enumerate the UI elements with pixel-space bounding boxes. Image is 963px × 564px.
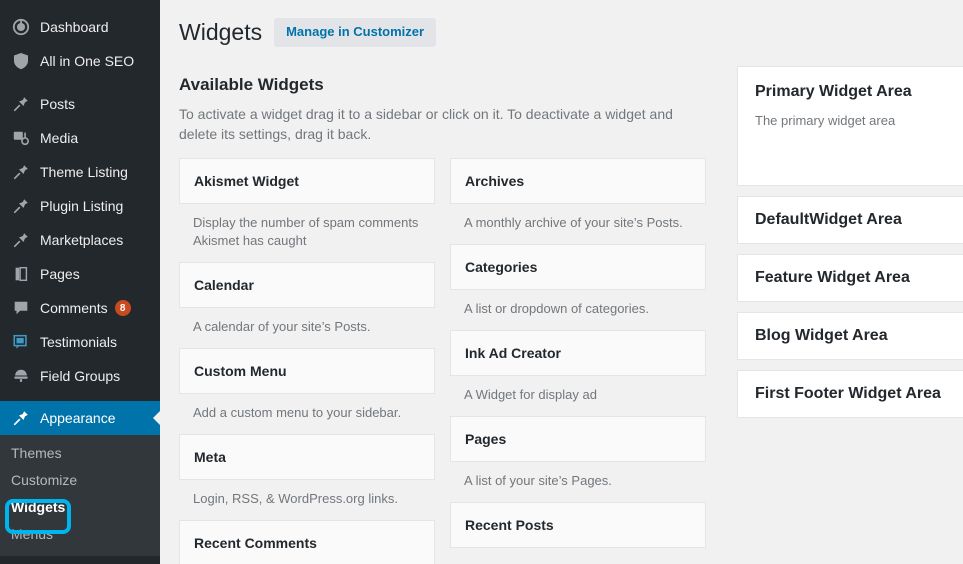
widget-title: Categories [465,259,538,275]
widget-column-left: Akismet Widget Display the number of spa… [179,158,435,564]
sidebar-item-label: Posts [40,96,76,112]
appearance-submenu: Themes Customize Widgets Menus [0,435,160,556]
sidebar-item-appearance[interactable]: Appearance [0,401,160,435]
submenu-item-customize[interactable]: Customize [0,467,160,494]
widget-title: Archives [465,173,525,189]
pin-icon [11,162,31,182]
pin-icon [11,94,31,114]
widget-description: Display the number of spam comments Akis… [193,215,419,248]
widget-area-title: Blog Widget Area [755,327,888,344]
widget-card-categories[interactable]: Categories [450,244,706,290]
sidebar-item-label: All in One SEO [40,53,135,69]
sidebar-item-testimonials[interactable]: Testimonials [0,325,160,359]
widget-area-defaultwidget-area[interactable]: DefaultWidget Area [737,196,963,244]
available-widgets-description: To activate a widget drag it to a sideba… [179,106,673,142]
sidebar-item-label: Marketplaces [40,232,124,248]
pages-icon [11,264,31,284]
submenu-item-widgets[interactable]: Widgets [0,494,160,521]
available-widgets-title: Available Widgets [179,75,324,94]
widget-area-title: Primary Widget Area [755,83,912,100]
sidebar-item-label: Testimonials [40,334,118,350]
testimonial-icon [11,332,31,352]
sidebar-item-marketplaces[interactable]: Marketplaces [0,223,160,257]
widget-area-blog-widget-area[interactable]: Blog Widget Area [737,312,963,360]
widget-card-akismet-widget[interactable]: Akismet Widget [179,158,435,204]
widget-column-right: Archives A monthly archive of your site’… [450,158,706,564]
widget-description: Login, RSS, & WordPress.org links. [193,491,398,506]
sidebar-item-label: Field Groups [40,368,121,384]
widget-title: Ink Ad Creator [465,345,561,361]
widget-area-description: The primary widget area [755,113,896,128]
widget-description: A list of your site’s Pages. [464,473,612,488]
widget-title: Calendar [194,277,254,293]
widget-title: Recent Posts [465,517,554,533]
widget-card-recent-comments[interactable]: Recent Comments [179,520,435,564]
sidebar-item-pages[interactable]: Pages [0,257,160,291]
page-title: Widgets [179,18,263,45]
sidebar-item-field-groups[interactable]: Field Groups [0,359,160,393]
sidebar-item-posts[interactable]: Posts [0,87,160,121]
widget-area-title: DefaultWidget Area [755,211,902,228]
sidebar-item-media[interactable]: Media [0,121,160,155]
sidebar-item-label: Pages [40,266,80,282]
widget-area-feature-widget-area[interactable]: Feature Widget Area [737,254,963,302]
available-widgets-panel: Available Widgets To activate a widget d… [179,52,719,564]
main-content: Widgets Manage in Customizer Available W… [160,0,963,564]
dashboard-icon [11,17,31,37]
current-menu-arrow [153,410,160,426]
widget-grid: Akismet Widget Display the number of spa… [179,158,719,564]
widget-description: A monthly archive of your site’s Posts. [464,215,683,230]
appearance-brush-icon [11,408,31,428]
widget-area-first-footer-widget-area[interactable]: First Footer Widget Area [737,370,963,418]
widgets-columns: Available Widgets To activate a widget d… [160,52,963,564]
widget-card-recent-posts[interactable]: Recent Posts [450,502,706,548]
widget-description: A calendar of your site’s Posts. [193,319,371,334]
pin-icon [11,230,31,250]
widget-description: A list or dropdown of categories. [464,301,649,316]
widget-title: Recent Comments [194,535,317,551]
widget-title: Custom Menu [194,363,287,379]
sidebar-item-label: Comments [40,300,108,316]
comments-count-badge: 8 [114,300,131,316]
manage-in-customizer-button[interactable]: Manage in Customizer [274,17,437,47]
admin-sidebar: Dashboard All in One SEO Posts Media The [0,0,160,564]
widget-card-calendar[interactable]: Calendar [179,262,435,308]
submenu-item-menus[interactable]: Menus [0,521,160,548]
page-header: Widgets Manage in Customizer [160,0,963,52]
widget-areas-panel: Primary Widget Area The primary widget a… [737,52,963,564]
shield-icon [11,51,31,71]
widget-title: Akismet Widget [194,173,299,189]
sidebar-item-plugin-listing[interactable]: Plugin Listing [0,189,160,223]
sidebar-item-all-in-one-seo[interactable]: All in One SEO [0,44,160,78]
field-groups-icon [11,366,31,386]
comment-icon [11,298,31,318]
widget-card-ink-ad-creator[interactable]: Ink Ad Creator [450,330,706,376]
sidebar-item-dashboard[interactable]: Dashboard [0,10,160,44]
submenu-item-themes[interactable]: Themes [0,440,160,467]
widget-card-meta[interactable]: Meta [179,434,435,480]
sidebar-item-label: Plugin Listing [40,198,124,214]
widget-title: Meta [194,449,226,465]
pin-icon [11,196,31,216]
widget-card-custom-menu[interactable]: Custom Menu [179,348,435,394]
sidebar-item-label: Theme Listing [40,164,128,180]
widget-description: A Widget for display ad [464,387,597,402]
sidebar-item-label: Media [40,130,79,146]
widget-area-primary-widget-area[interactable]: Primary Widget Area The primary widget a… [737,66,963,186]
sidebar-item-theme-listing[interactable]: Theme Listing [0,155,160,189]
widget-area-title: First Footer Widget Area [755,385,941,402]
widget-description: Add a custom menu to your sidebar. [193,405,402,420]
sidebar-item-label: Dashboard [40,19,109,35]
widget-card-pages[interactable]: Pages [450,416,706,462]
sidebar-item-label: Appearance [40,410,116,426]
widget-title: Pages [465,431,507,447]
admin-screen: Dashboard All in One SEO Posts Media The [0,0,963,564]
widget-card-archives[interactable]: Archives [450,158,706,204]
sidebar-item-comments[interactable]: Comments 8 [0,291,160,325]
media-icon [11,128,31,148]
widget-area-title: Feature Widget Area [755,269,910,286]
